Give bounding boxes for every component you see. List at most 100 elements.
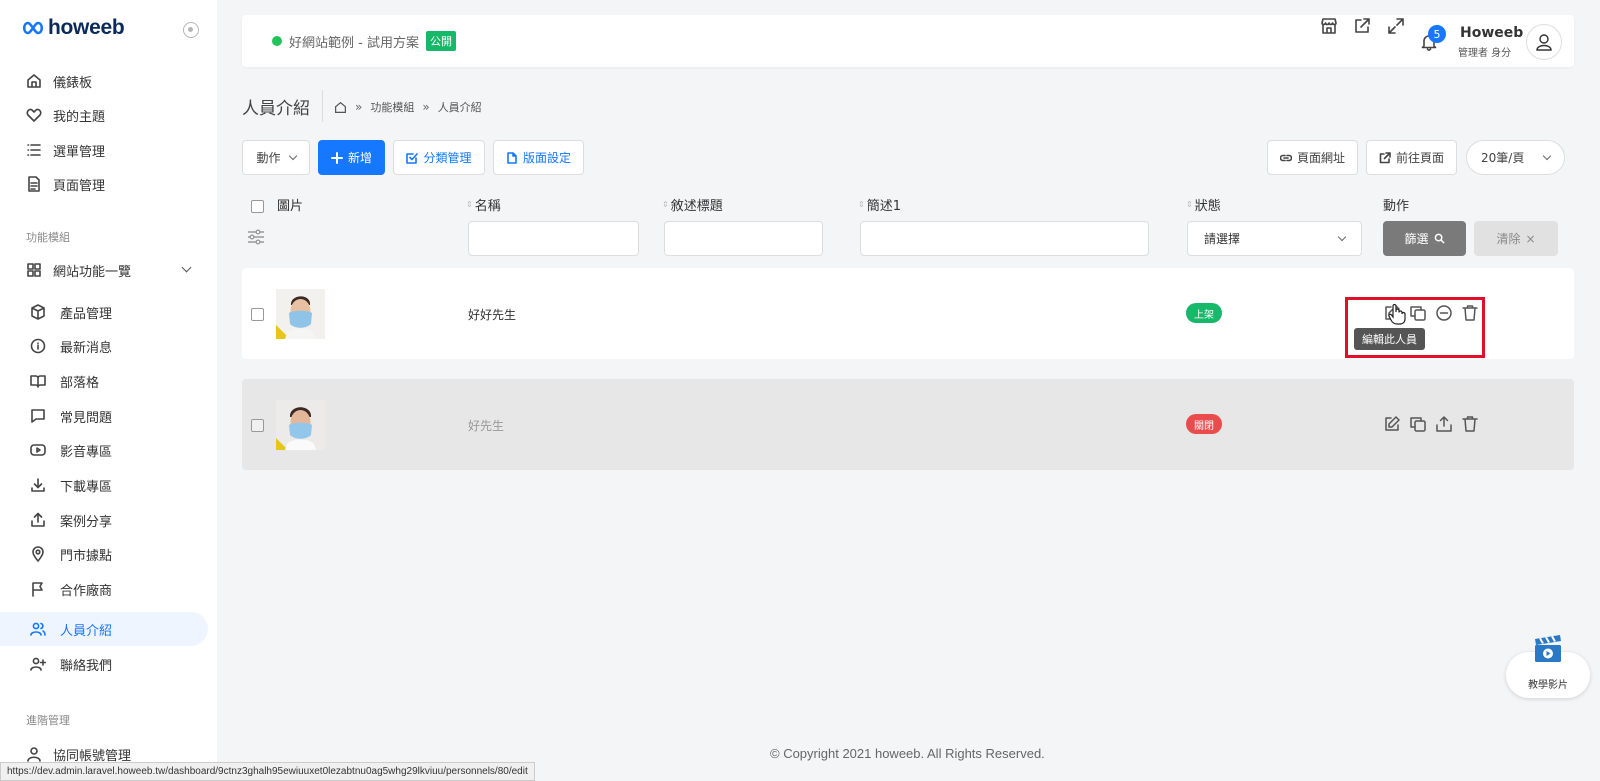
sidebar-group-label: 網站功能一覽 [53, 264, 132, 280]
filter-summary-input[interactable] [860, 221, 1149, 256]
personnel-name: 好好先生 [468, 308, 517, 322]
page-title: 人員介紹 [242, 99, 310, 119]
category-manage-button[interactable]: 分類管理 [393, 140, 485, 175]
store-icon[interactable] [1320, 17, 1338, 35]
user-role: 管理者 身分 [1458, 48, 1512, 59]
online-status-dot [272, 36, 282, 46]
breadcrumb-item[interactable]: 功能模組 [370, 99, 414, 115]
status-badge[interactable]: 上架 [1186, 303, 1222, 323]
external-link-icon[interactable] [1353, 17, 1371, 35]
sort-icon: ⇕ [662, 199, 669, 209]
notification-count-badge: 5 [1428, 25, 1446, 43]
sidebar-item-dashboard[interactable]: 儀錶板 [0, 64, 208, 98]
chevron-down-icon [1542, 151, 1552, 161]
column-settings-icon[interactable] [247, 228, 265, 250]
sidebar-item-label: 部落格 [60, 375, 100, 391]
clear-filter-label: 清除 [1496, 232, 1521, 246]
sidebar-item-partners[interactable]: 合作廠商 [0, 572, 208, 606]
row-checkbox[interactable] [251, 308, 264, 321]
clear-filter-button[interactable]: 清除 × [1474, 221, 1558, 256]
sidebar-item-stores[interactable]: 門市據點 [0, 537, 208, 571]
file-icon [507, 151, 517, 164]
sidebar-item-downloads[interactable]: 下載專區 [0, 468, 208, 502]
filter-button[interactable]: 篩選 [1383, 221, 1466, 256]
close-icon: × [1525, 231, 1536, 246]
sort-icon: ⇕ [1186, 199, 1193, 209]
user-avatar[interactable] [1526, 24, 1562, 60]
column-header-name[interactable]: ⇕ 名稱 [466, 195, 501, 214]
bulk-action-dropdown[interactable]: 動作 [242, 140, 310, 175]
sidebar-item-label: 影音專區 [60, 444, 113, 460]
layout-settings-button[interactable]: 版面設定 [493, 140, 584, 175]
book-icon [30, 375, 46, 388]
filter-button-label: 篩選 [1404, 232, 1429, 246]
clapperboard-icon [1535, 635, 1561, 662]
copy-icon[interactable] [1409, 415, 1427, 433]
sort-icon: ⇕ [858, 199, 865, 209]
breadcrumb-item: 人員介紹 [437, 101, 482, 114]
home-icon [27, 74, 41, 88]
brand-logo[interactable]: howeeb [22, 16, 125, 40]
sidebar-item-label: 聯絡我們 [60, 658, 113, 674]
flag-icon [32, 582, 43, 597]
sidebar-item-videos[interactable]: 影音專區 [0, 433, 208, 467]
chevron-down-icon [1337, 232, 1347, 242]
heart-icon [26, 108, 42, 122]
column-header-subtitle[interactable]: ⇕ 敘述標題 [662, 195, 723, 214]
fullscreen-icon[interactable] [1387, 17, 1405, 35]
brand-name: howeeb [48, 16, 125, 39]
sidebar-item-label: 下載專區 [60, 479, 113, 495]
chevron-down-icon [288, 151, 297, 161]
check-square-icon [406, 152, 419, 164]
select-all-checkbox[interactable] [251, 200, 264, 213]
publish-icon[interactable] [1435, 415, 1453, 433]
search-icon [1434, 233, 1445, 244]
row-checkbox[interactable] [251, 419, 264, 432]
sidebar-item-label: 我的主題 [53, 109, 106, 125]
map-pin-icon [32, 546, 44, 562]
layout-settings-label: 版面設定 [522, 151, 571, 165]
sidebar-item-faq[interactable]: 常見問題 [0, 399, 208, 433]
user-icon [27, 747, 41, 762]
sidebar-item-news[interactable]: 最新消息 [0, 329, 208, 363]
sidebar-item-cases[interactable]: 案例分享 [0, 503, 208, 537]
page-url-button[interactable]: 頁面網址 [1267, 140, 1358, 175]
sidebar-item-menus[interactable]: 選單管理 [0, 133, 208, 167]
user-plus-icon [30, 657, 46, 671]
filter-status-select[interactable]: 請選擇 [1187, 221, 1362, 256]
add-button[interactable]: 新增 [318, 140, 385, 175]
grid-icon [27, 263, 41, 277]
add-button-label: 新增 [347, 151, 372, 165]
sidebar-section-advanced: 進階管理 [26, 714, 70, 727]
site-name: 好網站範例 - 試用方案 [289, 35, 419, 51]
sidebar-item-contact[interactable]: 聯絡我們 [0, 647, 208, 681]
filter-subtitle-input[interactable] [664, 221, 823, 256]
column-header-status[interactable]: ⇕ 狀態 [1186, 195, 1221, 214]
status-badge[interactable]: 關閉 [1186, 414, 1222, 434]
sidebar-item-pages[interactable]: 頁面管理 [0, 167, 208, 201]
goto-page-button[interactable]: 前往頁面 [1366, 140, 1457, 175]
user-name[interactable]: Howeeb [1460, 25, 1523, 41]
tutorial-video-label: 教學影片 [1528, 680, 1568, 691]
edit-icon[interactable] [1383, 415, 1401, 433]
sidebar-collapse-icon[interactable] [183, 22, 199, 38]
per-page-value: 20筆/頁 [1481, 151, 1525, 165]
tutorial-video-button[interactable]: 教學影片 [1506, 634, 1590, 698]
home-icon[interactable] [334, 101, 347, 114]
link-icon [1279, 154, 1292, 161]
sidebar-group-site-features[interactable]: 網站功能一覽 [0, 253, 208, 287]
sidebar-section-modules: 功能模組 [26, 231, 70, 244]
sidebar-item-personnel[interactable]: 人員介紹 [0, 612, 208, 646]
column-header-summary[interactable]: ⇕ 簡述1 [858, 195, 901, 214]
per-page-select[interactable]: 20筆/頁 [1466, 140, 1565, 175]
sidebar-item-themes[interactable]: 我的主題 [0, 98, 208, 132]
sidebar-item-label: 協同帳號管理 [53, 748, 132, 764]
infinity-logo-icon [22, 21, 44, 35]
filter-name-input[interactable] [468, 221, 639, 256]
edit-tooltip: 編輯此人員 [1354, 328, 1425, 350]
trash-icon[interactable] [1461, 415, 1479, 433]
sidebar-item-products[interactable]: 產品管理 [0, 295, 208, 329]
sidebar-item-label: 案例分享 [60, 514, 113, 530]
column-header-image: 圖片 [277, 199, 304, 214]
sidebar-item-blog[interactable]: 部落格 [0, 364, 208, 398]
